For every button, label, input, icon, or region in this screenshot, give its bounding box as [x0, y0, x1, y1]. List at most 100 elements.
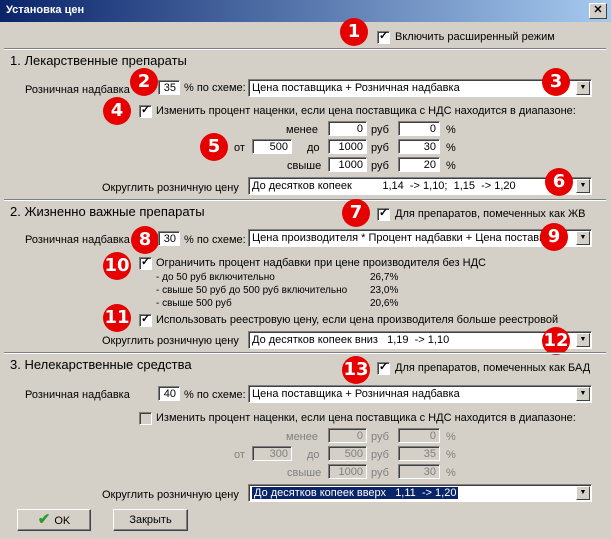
- s1-above-label: свыше: [287, 160, 322, 172]
- s1-change-checkbox[interactable]: [139, 103, 152, 118]
- badge-2: 2: [130, 68, 158, 96]
- s2-round-select[interactable]: До десятков копеек вниз 1,19 -> 1,10 ▼: [248, 331, 592, 349]
- s3-markup-input[interactable]: 40: [158, 386, 180, 401]
- s3-change-label: Изменить процент наценки, если цена пост…: [156, 412, 576, 424]
- s3-scheme-label: % по схеме:: [184, 389, 246, 401]
- s1-scheme-select[interactable]: Цена поставщика + Розничная надбавка ▼: [248, 79, 592, 97]
- chevron-down-icon[interactable]: ▼: [576, 387, 590, 401]
- chevron-down-icon[interactable]: ▼: [576, 81, 590, 95]
- close-label: Закрыть: [129, 514, 172, 526]
- s1-less-pct-sign: %: [446, 124, 456, 136]
- s2-limit-checkbox[interactable]: [139, 255, 152, 270]
- s3-above-input[interactable]: 1000: [328, 464, 367, 479]
- badge-8: 8: [131, 226, 159, 254]
- check-icon: ✔: [37, 511, 51, 528]
- chevron-down-icon[interactable]: ▼: [576, 333, 590, 347]
- divider: [4, 352, 606, 354]
- badge-5: 5: [200, 133, 228, 161]
- chevron-down-icon[interactable]: ▼: [576, 486, 590, 500]
- s1-less-pct-input[interactable]: 0: [398, 121, 440, 136]
- s3-change-checkbox[interactable]: [139, 412, 152, 425]
- s3-scheme-value: Цена поставщика + Розничная надбавка: [252, 388, 460, 400]
- s2-limit-row-3-label: - свыше 500 руб: [156, 298, 232, 309]
- chevron-down-icon[interactable]: ▼: [576, 231, 590, 245]
- window-title: Установка цен: [6, 4, 85, 16]
- s2-zhv-label: Для препаратов, помеченных как ЖВ: [395, 208, 586, 220]
- s1-round-select[interactable]: До десятков копеек 1,14 -> 1,10; 1,15 ->…: [248, 177, 592, 195]
- s1-less-rub: руб: [371, 124, 389, 136]
- s3-to-label: до: [307, 449, 320, 461]
- s1-to-input[interactable]: 1000: [328, 139, 367, 154]
- s1-round-label: Округлить розничную цену: [102, 182, 239, 194]
- s3-round-label: Округлить розничную цену: [102, 489, 239, 501]
- badge-12: 12: [542, 327, 570, 355]
- s1-less-input[interactable]: 0: [328, 121, 367, 136]
- s1-scheme-value: Цена поставщика + Розничная надбавка: [252, 82, 460, 94]
- divider: [4, 199, 606, 201]
- s2-markup-label: Розничная надбавка: [25, 234, 130, 246]
- chevron-down-icon[interactable]: ▼: [576, 179, 590, 193]
- s3-to-pct-input[interactable]: 35: [398, 446, 440, 461]
- s3-to-rub: руб: [371, 449, 389, 461]
- s3-markup-label: Розничная надбавка: [25, 389, 130, 401]
- s3-bad-label: Для препаратов, помеченных как БАД: [395, 362, 591, 374]
- divider: [4, 48, 606, 50]
- s1-above-pct-input[interactable]: 20: [398, 157, 440, 172]
- s3-bad-checkbox[interactable]: [377, 360, 390, 375]
- s3-above-pct-input[interactable]: 30: [398, 464, 440, 479]
- s1-to-label: до: [307, 142, 320, 154]
- s2-limit-row-2-label: - свыше 50 руб до 500 руб включительно: [156, 285, 348, 296]
- badge-1: 1: [340, 18, 368, 46]
- s3-from-input[interactable]: 300: [252, 446, 292, 461]
- s3-less-pct-sign: %: [446, 431, 456, 443]
- badge-11: 11: [103, 304, 131, 332]
- s2-limit-row-2-value: 23,0%: [370, 285, 399, 296]
- extended-mode-checkbox[interactable]: [377, 29, 390, 44]
- s1-above-input[interactable]: 1000: [328, 157, 367, 172]
- s2-zhv-checkbox[interactable]: [377, 206, 390, 221]
- section-3-title: 3. Нелекарственные средства: [10, 357, 192, 372]
- s3-above-pct-sign: %: [446, 467, 456, 479]
- s3-round-value: До десятков копеек вверх 1,11 -> 1,20: [252, 487, 459, 499]
- s3-from-label: от: [234, 449, 245, 461]
- s1-change-label: Изменить процент наценки, если цена пост…: [156, 105, 576, 117]
- s1-above-rub: руб: [371, 160, 389, 172]
- ok-label: OK: [54, 515, 71, 527]
- badge-13: 13: [342, 356, 370, 384]
- s2-round-label: Округлить розничную цену: [102, 335, 239, 347]
- s3-less-input[interactable]: 0: [328, 428, 367, 443]
- s2-registry-checkbox[interactable]: [139, 312, 152, 327]
- s2-scheme-value: Цена производителя * Процент надбавки + …: [252, 232, 566, 244]
- s2-scheme-label: % по схеме:: [184, 234, 246, 246]
- s1-to-rub: руб: [371, 142, 389, 154]
- s1-from-label: от: [234, 142, 245, 154]
- s3-above-label: свыше: [287, 467, 322, 479]
- s1-markup-label: Розничная надбавка: [25, 84, 130, 96]
- close-button[interactable]: Закрыть: [113, 509, 188, 531]
- s3-less-label: менее: [286, 431, 318, 443]
- s3-round-select[interactable]: До десятков копеек вверх 1,11 -> 1,20 ▼: [248, 484, 592, 502]
- s1-less-label: менее: [286, 124, 318, 136]
- s1-markup-input[interactable]: 35: [158, 80, 180, 95]
- badge-7: 7: [342, 199, 370, 227]
- s2-markup-input[interactable]: 30: [158, 231, 180, 246]
- s3-less-pct-input[interactable]: 0: [398, 428, 440, 443]
- s1-above-pct-sign: %: [446, 160, 456, 172]
- s1-to-pct-input[interactable]: 30: [398, 139, 440, 154]
- s2-limit-row-1-value: 26,7%: [370, 272, 399, 283]
- s2-round-value: До десятков копеек вниз 1,19 -> 1,10: [252, 334, 450, 346]
- badge-3: 3: [542, 68, 570, 96]
- s1-to-pct-sign: %: [446, 142, 456, 154]
- extended-mode-label: Включить расширенный режим: [395, 31, 555, 43]
- s1-from-input[interactable]: 500: [252, 139, 292, 154]
- close-window-button[interactable]: ✕: [589, 3, 607, 19]
- section-1-title: 1. Лекарственные препараты: [10, 53, 187, 68]
- s3-to-input[interactable]: 500: [328, 446, 367, 461]
- ok-button[interactable]: ✔ OK: [17, 509, 91, 531]
- s3-above-rub: руб: [371, 467, 389, 479]
- section-2-title: 2. Жизненно важные препараты: [10, 204, 205, 219]
- s2-limit-row-1-label: - до 50 руб включительно: [156, 272, 275, 283]
- s2-limit-label: Ограничить процент надбавки при цене про…: [156, 257, 486, 269]
- s3-scheme-select[interactable]: Цена поставщика + Розничная надбавка ▼: [248, 385, 592, 403]
- badge-9: 9: [540, 223, 568, 251]
